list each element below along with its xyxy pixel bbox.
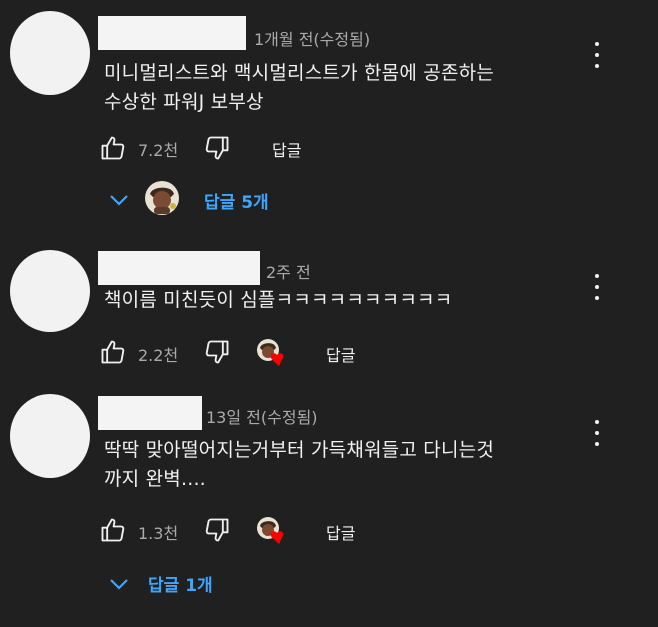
- more-actions-button[interactable]: [590, 420, 604, 446]
- view-replies-link[interactable]: 답글 1개: [148, 571, 213, 596]
- comment-text-line: 딱딱 맞아떨어지는거부터 가득채워들고 다니는것: [104, 439, 494, 461]
- comment-text: 미니멀리스트와 맥시멀리스트가 한몸에 공존하는 수상한 파워J 보부상: [104, 59, 494, 117]
- thumbs-up-icon: [101, 340, 125, 364]
- more-vertical-icon: [595, 42, 599, 46]
- reply-button[interactable]: 답글: [326, 342, 355, 366]
- chevron-down-icon: [110, 579, 128, 590]
- like-count: 7.2천: [138, 141, 179, 160]
- thumbs-up-icon: [101, 136, 125, 160]
- comment-text: 책이름 미친듯이 심플ㅋㅋㅋㅋㅋㅋㅋㅋㅋㅋ: [104, 286, 452, 315]
- reply-button[interactable]: 답글: [326, 520, 355, 544]
- commenter-name-redacted[interactable]: [98, 251, 260, 285]
- creator-reply-avatar: [143, 180, 181, 216]
- commenter-avatar[interactable]: [10, 250, 90, 332]
- view-replies-link[interactable]: 답글 5개: [204, 188, 269, 213]
- creator-heart-badge: [256, 516, 286, 544]
- comment-text-line: 까지 완벽....: [104, 468, 206, 490]
- commenter-name-redacted[interactable]: [98, 396, 202, 430]
- creator-avatar-icon: [145, 181, 179, 215]
- comment-text-line: 책이름 미친듯이 심플ㅋㅋㅋㅋㅋㅋㅋㅋㅋㅋ: [104, 289, 453, 311]
- expand-replies-toggle[interactable]: [108, 192, 130, 208]
- commenter-avatar[interactable]: [10, 394, 90, 478]
- more-actions-button[interactable]: [590, 274, 604, 300]
- like-count: 2.2천: [138, 346, 179, 365]
- dislike-button[interactable]: [202, 338, 232, 366]
- comment-timestamp[interactable]: 13일 전(수정됨): [206, 404, 318, 428]
- like-button[interactable]: [98, 134, 128, 162]
- like-count: 1.3천: [138, 524, 179, 543]
- reply-button[interactable]: 답글: [272, 137, 301, 161]
- commenter-avatar[interactable]: [10, 11, 90, 95]
- more-vertical-icon: [595, 274, 599, 278]
- like-button[interactable]: [98, 516, 128, 544]
- thumbs-down-icon: [205, 518, 229, 542]
- chevron-down-icon: [110, 195, 128, 206]
- comment-text: 딱딱 맞아떨어지는거부터 가득채워들고 다니는것 까지 완벽....: [104, 436, 494, 494]
- comment-timestamp[interactable]: 1개월 전(수정됨): [254, 26, 370, 50]
- more-actions-button[interactable]: [590, 42, 604, 68]
- heart-icon: [257, 517, 284, 544]
- heart-icon: [257, 339, 284, 366]
- comment-text-line: 수상한 파워J 보부상: [104, 91, 264, 113]
- thumbs-down-icon: [205, 136, 229, 160]
- expand-replies-toggle[interactable]: [108, 576, 130, 592]
- thumbs-down-icon: [205, 340, 229, 364]
- more-vertical-icon: [595, 420, 599, 424]
- like-button[interactable]: [98, 338, 128, 366]
- comment-text-line: 미니멀리스트와 맥시멀리스트가 한몸에 공존하는: [104, 62, 494, 84]
- dislike-button[interactable]: [202, 516, 232, 544]
- thumbs-up-icon: [101, 518, 125, 542]
- creator-heart-badge: [256, 338, 286, 366]
- comment-timestamp[interactable]: 2주 전: [266, 259, 311, 283]
- dislike-button[interactable]: [202, 134, 232, 162]
- commenter-name-redacted[interactable]: [98, 16, 246, 50]
